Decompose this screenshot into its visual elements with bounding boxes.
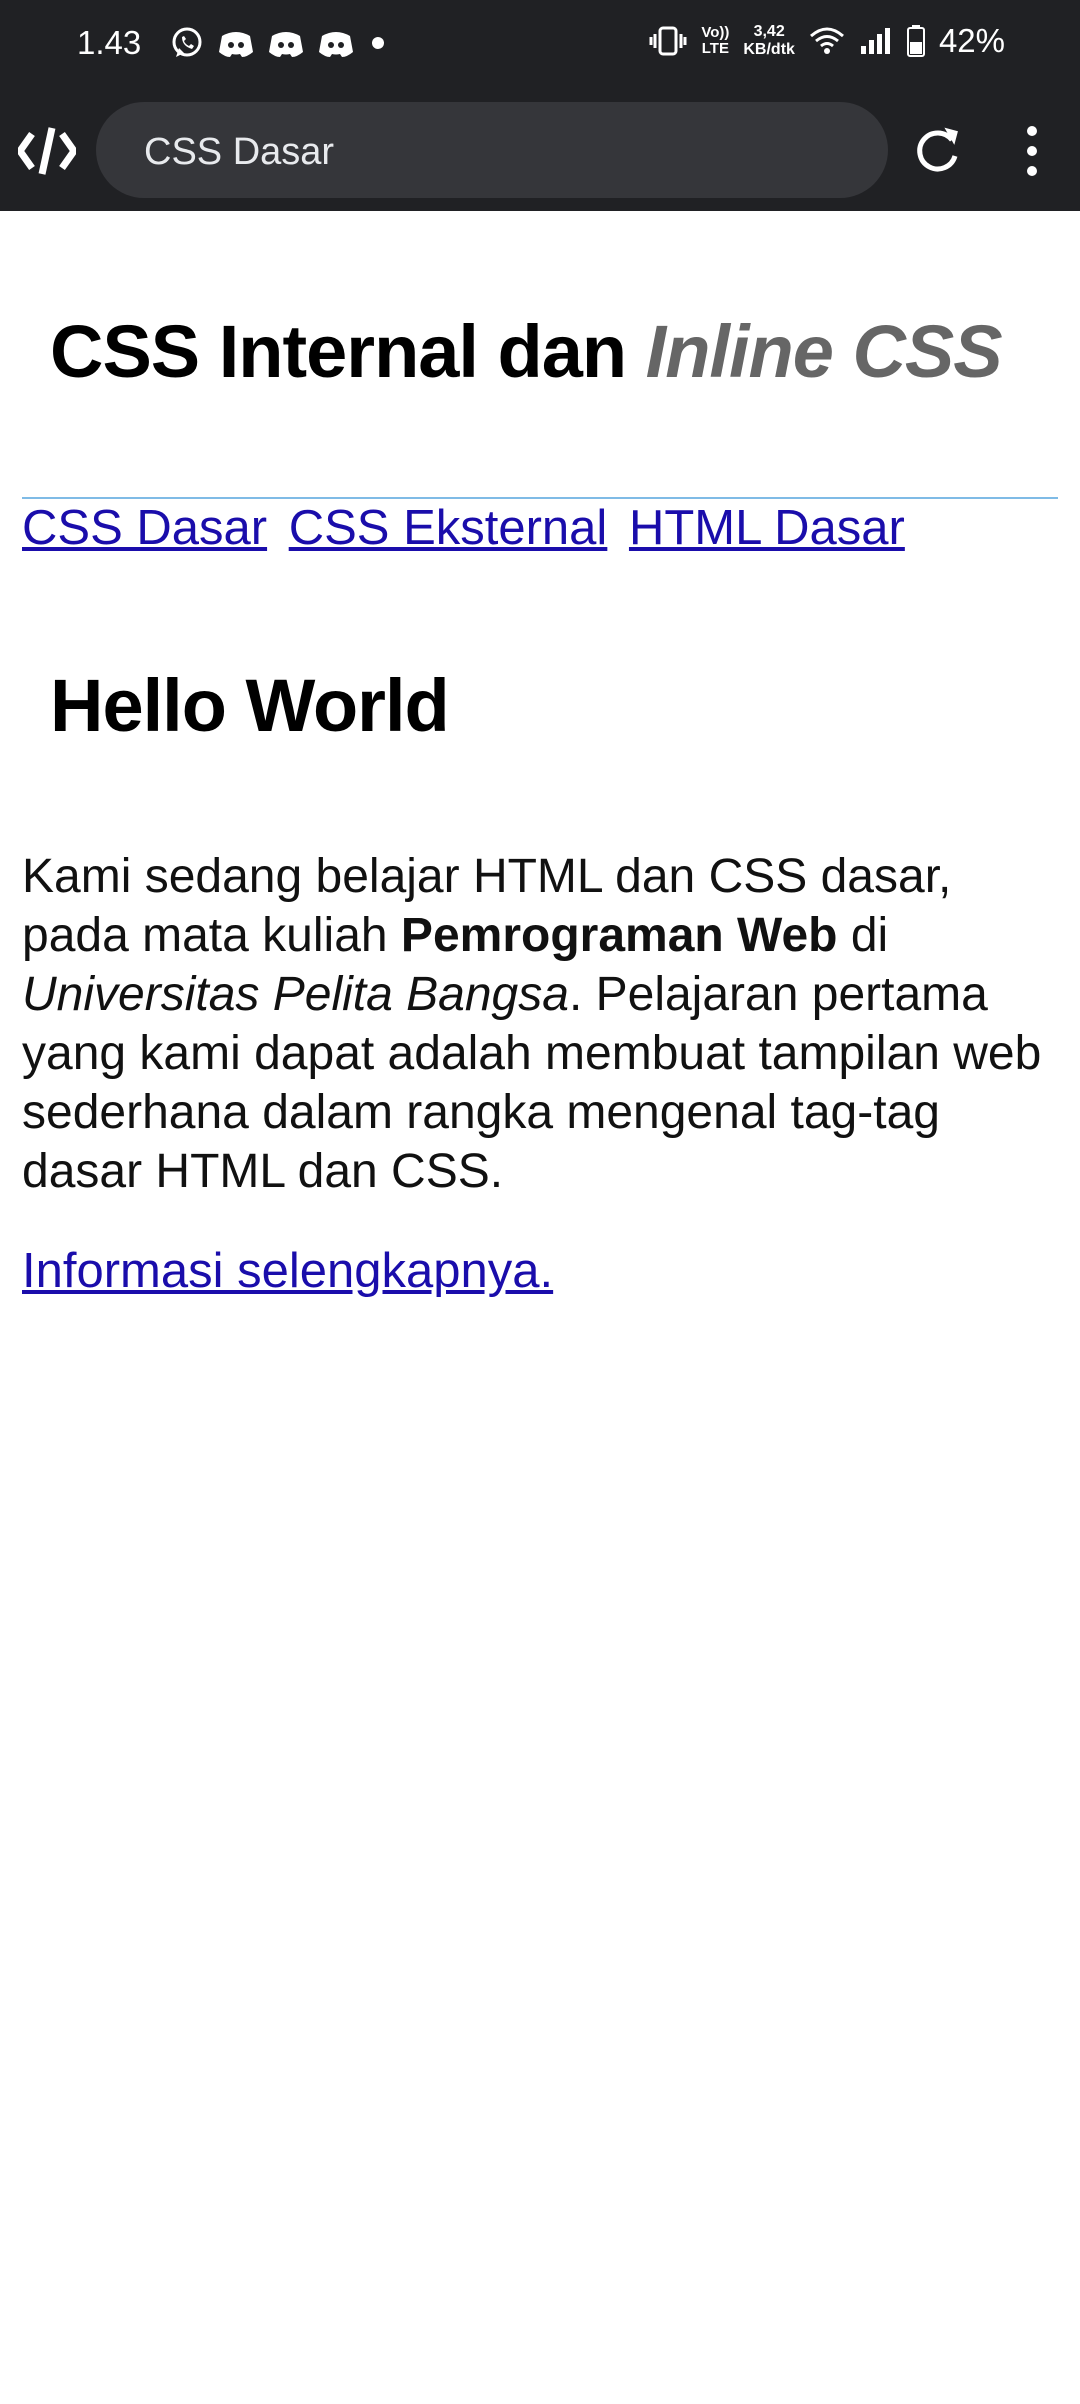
signal-icon	[860, 28, 890, 54]
title-plain: CSS Internal dan	[50, 310, 646, 393]
more-info-link[interactable]: Informasi selengkapnya.	[22, 1243, 553, 1299]
nav-links: CSS Dasar CSS Eksternal HTML Dasar	[22, 500, 913, 556]
dot-icon	[372, 37, 384, 49]
network-speed: 3,42 KB/dtk	[743, 23, 795, 58]
title-italic: Inline CSS	[645, 310, 1003, 393]
discord-icon	[219, 32, 253, 57]
url-bar[interactable]: CSS Dasar	[96, 102, 888, 198]
discord-icon	[319, 32, 353, 57]
more-vert-icon[interactable]	[1020, 124, 1044, 178]
status-bar: 1.43 Vo)) LTE 3,42 KB/dtk 42%	[0, 0, 1080, 90]
section-heading: Hello World	[50, 664, 450, 747]
app-logo-icon[interactable]	[18, 126, 76, 176]
vibrate-icon	[649, 26, 687, 56]
whatsapp-icon	[172, 27, 202, 57]
discord-icon	[269, 32, 303, 57]
paragraph-text: di	[837, 909, 889, 962]
battery-icon	[906, 25, 925, 57]
battery-percent: 42%	[938, 22, 1005, 59]
nav-link-css-dasar[interactable]: CSS Dasar	[22, 501, 267, 555]
paragraph-bold: Pemrograman Web	[400, 909, 838, 962]
system-icons: Vo)) LTE 3,42 KB/dtk 42%	[649, 22, 1005, 60]
intro-paragraph: Kami sedang belajar HTML dan CSS dasar, …	[22, 847, 1062, 1201]
divider	[22, 497, 1058, 499]
nav-link-css-eksternal[interactable]: CSS Eksternal	[289, 501, 608, 555]
wifi-icon	[809, 27, 844, 54]
status-time: 1.43	[77, 24, 142, 61]
nav-link-html-dasar[interactable]: HTML Dasar	[629, 501, 905, 555]
browser-toolbar: CSS Dasar	[0, 90, 1080, 211]
notification-icons	[170, 26, 388, 60]
paragraph-italic: Universitas Pelita Bangsa	[22, 968, 569, 1021]
url-text[interactable]: CSS Dasar	[144, 131, 334, 174]
page-title: CSS Internal dan Inline CSS	[50, 309, 1003, 394]
volte-icon: Vo)) LTE	[701, 24, 730, 57]
reload-icon[interactable]	[912, 126, 962, 176]
